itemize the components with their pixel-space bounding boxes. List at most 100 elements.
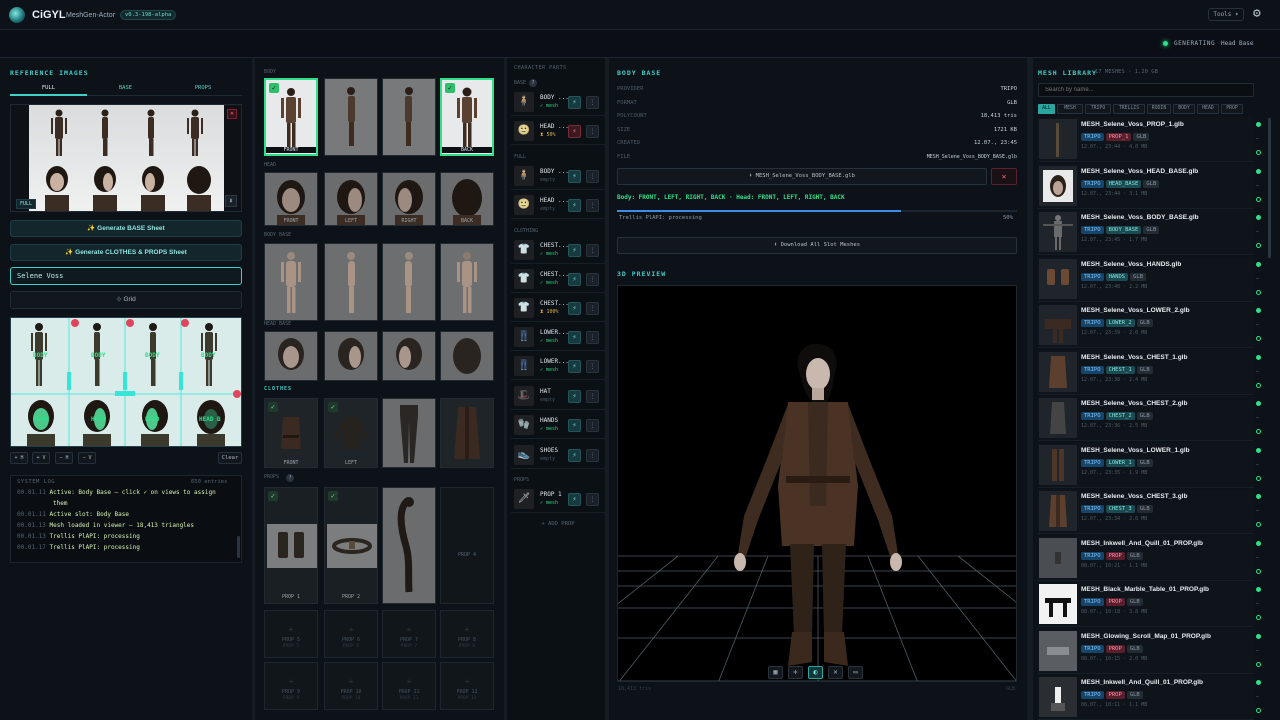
mesh-menu-icon[interactable]: ⋯ [1256, 136, 1259, 142]
library-item[interactable]: MESH_Selene_Voss_BODY_BASE.glb TRIPO BODY_… [1038, 210, 1254, 255]
download-all-button[interactable]: ⬇ Download All Slot Meshes [617, 237, 1017, 254]
head-view-right[interactable]: RIGHT [382, 172, 436, 226]
character-slot[interactable]: 🙂 HEAD ... empty ⚡ ⋮ [511, 192, 605, 219]
mesh-assign-icon[interactable] [1256, 150, 1261, 155]
body-base-view-front[interactable] [264, 243, 318, 321]
head-view-front[interactable]: FRONT [264, 172, 318, 226]
character-slot[interactable]: 👟 SHOES empty ⚡ ⋮ [511, 442, 605, 469]
library-item[interactable]: MESH_Inkwell_And_Quill_01_PROP.glb TRIPO P… [1038, 675, 1254, 720]
settings-gear-icon[interactable]: ⚙ [1253, 6, 1261, 21]
clothes-view-pants[interactable] [382, 398, 436, 468]
prop-view-1[interactable]: ✓ PROP 1 [264, 487, 318, 604]
mesh-assign-icon[interactable] [1256, 615, 1261, 620]
slot-options-icon[interactable]: ⋮ [586, 390, 599, 403]
mesh-assign-icon[interactable] [1256, 708, 1261, 713]
slot-generate-icon[interactable]: ⚡ [568, 390, 581, 403]
mesh-assign-icon[interactable] [1256, 243, 1261, 248]
slot-generate-icon[interactable]: ⚡ [568, 199, 581, 212]
slot-generate-icon[interactable]: ⚡ [568, 419, 581, 432]
viewport-shading-icon[interactable]: ◐ [808, 666, 823, 679]
library-item[interactable]: MESH_Selene_Voss_PROP_1.glb TRIPO PROP_1 GL… [1038, 117, 1254, 162]
library-item[interactable]: MESH_Selene_Voss_CHEST_3.glb TRIPO CHEST_3… [1038, 489, 1254, 534]
character-slot[interactable]: 🙂 HEAD ... ⧗ 50% ⚡ ⋮ [511, 118, 605, 145]
download-file-button[interactable]: ⬇ MESH_Selene_Voss_BODY_BASE.glb [617, 168, 987, 185]
body-base-view-left[interactable] [324, 243, 378, 321]
download-reference-icon[interactable]: ⬇ [225, 195, 237, 207]
filter-chip[interactable]: ALL [1038, 104, 1055, 114]
mesh-assign-icon[interactable] [1256, 475, 1261, 481]
character-slot[interactable]: 👕 CHEST... ✓ mesh ⚡ ⋮ [511, 266, 605, 293]
mesh-assign-icon[interactable] [1256, 196, 1261, 202]
empty-prop-slot[interactable]: + PROP 5 PROP 5 [264, 610, 318, 658]
character-slot[interactable]: 👕 CHEST... ⧗ 100% ⚡ ⋮ [511, 295, 605, 322]
prop-view-3[interactable] [382, 487, 436, 604]
empty-prop-slot[interactable]: + PROP 7 PROP 7 [382, 610, 436, 658]
character-slot[interactable]: 🧍 BODY ... ✓ mesh ⚡ ⋮ [511, 89, 605, 116]
mesh-menu-icon[interactable]: ⋯ [1256, 601, 1259, 607]
slot-generate-icon[interactable]: ⚡ [568, 493, 581, 506]
character-slot[interactable]: 👖 LOWER... ✓ mesh ⚡ ⋮ [511, 353, 605, 380]
mesh-menu-icon[interactable]: ⋯ [1256, 462, 1259, 468]
grid-add-h-button[interactable]: + H [10, 452, 28, 464]
viewport-wireframe-icon[interactable]: ✕ [828, 666, 843, 679]
character-slot[interactable]: 🧍 BODY ... empty ⚡ ⋮ [511, 163, 605, 190]
tab-base[interactable]: BASE [87, 82, 164, 96]
body-base-view-back[interactable] [440, 243, 494, 321]
mesh-menu-icon[interactable]: ⋯ [1256, 369, 1259, 375]
slot-options-icon[interactable]: ⋮ [586, 170, 599, 183]
tab-full[interactable]: FULL [10, 82, 87, 96]
prop-view-2[interactable]: ✓ PROP 2 [324, 487, 378, 604]
slot-generate-icon[interactable]: ⚡ [568, 96, 581, 109]
empty-prop-slot[interactable]: + PROP 12 PROP 12 [440, 662, 494, 710]
library-item[interactable]: MESH_Selene_Voss_HEAD_BASE.glb TRIPO HEAD_… [1038, 163, 1254, 209]
body-base-view-right[interactable] [382, 243, 436, 321]
slot-options-icon[interactable]: ⋮ [586, 199, 599, 212]
grid-add-v-button[interactable]: + V [32, 452, 50, 464]
slot-options-icon[interactable]: ⋮ [586, 331, 599, 344]
mesh-menu-icon[interactable]: ⋯ [1256, 229, 1259, 235]
grid-remove-v-button[interactable]: − V [78, 452, 96, 464]
empty-prop-slot[interactable]: + PROP 9 PROP 9 [264, 662, 318, 710]
mesh-assign-icon[interactable] [1256, 661, 1261, 667]
library-scrollbar[interactable] [1268, 118, 1271, 258]
library-item[interactable]: MESH_Selene_Voss_HANDS.glb TRIPO HANDS GLB 1… [1038, 256, 1254, 302]
head-base-view-back[interactable] [440, 331, 494, 381]
slot-options-icon[interactable]: ⋮ [586, 273, 599, 286]
clothes-left-check-icon[interactable]: ✓ [328, 402, 338, 412]
viewport-screenshot-icon[interactable]: ▭ [848, 666, 863, 679]
mesh-menu-icon[interactable]: ⋯ [1256, 276, 1259, 282]
slot-generate-icon[interactable]: ⚡ [568, 273, 581, 286]
filter-chip[interactable]: MESH [1057, 104, 1083, 114]
filter-chip[interactable]: PROP [1221, 104, 1243, 114]
head-view-back[interactable]: BACK [440, 172, 494, 226]
library-search-input[interactable] [1038, 83, 1254, 97]
mesh-menu-icon[interactable]: ⋯ [1256, 322, 1259, 328]
prop-1-check-icon[interactable]: ✓ [268, 491, 278, 501]
mesh-menu-icon[interactable]: ⋯ [1256, 508, 1259, 514]
body-view-back[interactable]: ✓ BACK [440, 78, 494, 156]
mesh-assign-icon[interactable] [1256, 382, 1261, 388]
slot-options-icon[interactable]: ⋮ [586, 125, 599, 138]
slot-options-icon[interactable]: ⋮ [586, 96, 599, 109]
mesh-assign-icon[interactable] [1256, 289, 1261, 295]
filter-chip[interactable]: TRIPO [1085, 104, 1111, 114]
slot-generate-icon[interactable]: ⚡ [568, 244, 581, 257]
character-slot[interactable]: 🗡 PROP 1 ✓ mesh ⚡ ⋮ [511, 486, 605, 513]
filter-chip[interactable]: RODIN [1147, 104, 1171, 114]
grid-remove-h-button[interactable]: − H [55, 452, 73, 464]
clothes-view-vest[interactable] [440, 398, 494, 468]
slot-options-icon[interactable]: ⋮ [586, 493, 599, 506]
clothes-view-front[interactable]: ✓ FRONT [264, 398, 318, 468]
mesh-assign-icon[interactable] [1256, 336, 1261, 341]
tools-menu-button[interactable]: Tools ▾ [1208, 8, 1244, 21]
character-slot[interactable]: 👖 LOWER... ✓ mesh ⚡ ⋮ [511, 324, 605, 351]
library-item[interactable]: MESH_Selene_Voss_LOWER_1.glb TRIPO LOWER_1… [1038, 442, 1254, 488]
slot-generate-icon[interactable]: ⚡ [568, 170, 581, 183]
mesh-menu-icon[interactable]: ⋯ [1256, 555, 1259, 561]
library-item[interactable]: MESH_Selene_Voss_CHEST_2.glb TRIPO CHEST_2… [1038, 396, 1254, 441]
mesh-menu-icon[interactable]: ⋯ [1256, 415, 1259, 421]
generate-clothes-props-button[interactable]: ✨ Generate CLOTHES & PROPS Sheet [10, 244, 242, 261]
prop-view-4[interactable]: PROP 4 [440, 487, 494, 604]
mesh-assign-icon[interactable] [1256, 568, 1261, 574]
library-item[interactable]: MESH_Glowing_Scroll_Map_01_PROP.glb TRIPO… [1038, 628, 1254, 674]
